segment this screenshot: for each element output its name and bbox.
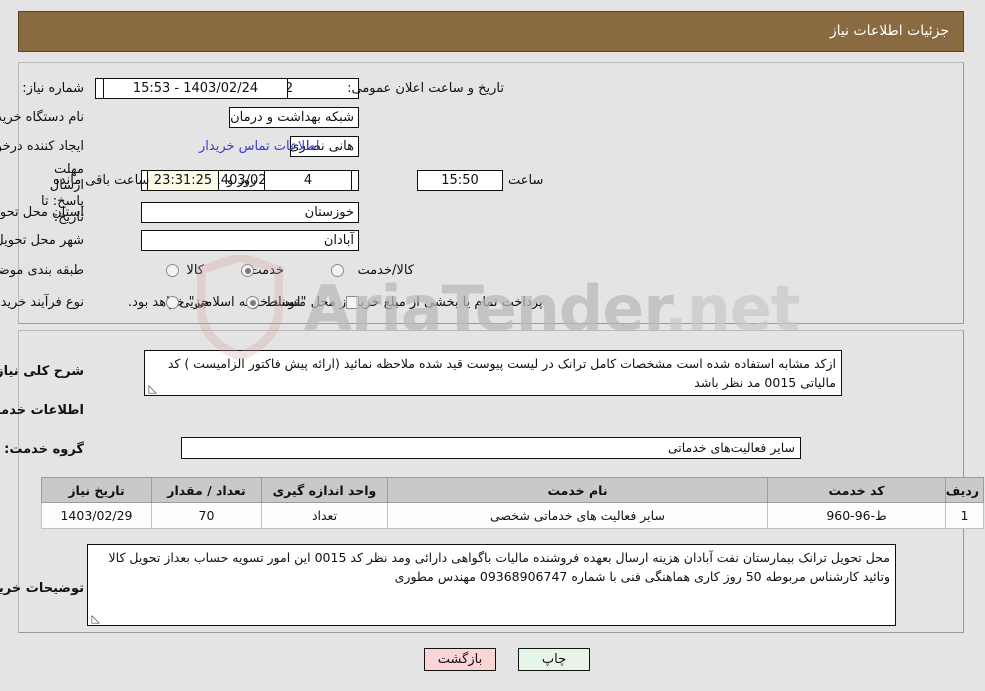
province-value[interactable]: خوزستان	[142, 202, 360, 223]
col-row-number: ردیف	[946, 477, 985, 503]
description-label: شرح کلی نیاز:	[0, 364, 85, 379]
radio-category-kala-khedmat[interactable]	[332, 264, 345, 277]
radio-category-kala-label: کالا	[187, 263, 205, 278]
col-quantity: تعداد / مقدار	[152, 477, 263, 503]
cell-service-name: سایر فعالیت های خدماتی شخصی	[388, 502, 769, 529]
process-label: نوع فرآیند خرید :	[0, 295, 85, 310]
remaining-days-value[interactable]: 4	[265, 170, 353, 191]
page-header: جزئیات اطلاعات نیاز	[19, 11, 965, 52]
cell-unit: تعداد	[262, 502, 389, 529]
col-unit: واحد اندازه گیری	[262, 477, 389, 503]
radio-category-kala-khedmat-label: کالا/خدمت	[358, 263, 415, 278]
description-text: ازکد مشابه استفاده شده است مشخصات کامل ت…	[168, 356, 837, 390]
remaining-time-value: 23:31:25	[148, 170, 220, 191]
radio-category-kala[interactable]	[167, 264, 180, 277]
province-label: استان محل تحویل:	[0, 205, 85, 220]
need-number-label: شماره نیاز:	[23, 81, 85, 96]
col-need-date: تاریخ نیاز	[42, 477, 153, 503]
buyer-notes-text: محل تحویل ترانک بیمارستان نفت آبادان هزی…	[109, 550, 891, 584]
description-textarea[interactable]: ازکد مشابه استفاده شده است مشخصات کامل ت…	[145, 350, 843, 396]
buyer-org-value[interactable]: شبکه بهداشت و درمان صنعت نفت آبادان	[230, 107, 360, 128]
buyer-contact-link[interactable]: اطلاعات تماس خریدار	[200, 139, 320, 154]
remaining-time-label: ساعت باقی مانده	[54, 173, 151, 188]
announce-datetime-value[interactable]: 15:53 - 1403/02/24	[104, 78, 289, 99]
deadline-hour-value[interactable]: 15:50	[418, 170, 504, 191]
table-row: 1 ط-96-960 سایر فعالیت های خدماتی شخصی ت…	[42, 502, 985, 529]
service-group-value[interactable]: سایر فعالیت‌های خدماتی	[182, 437, 802, 459]
table-header-row: ردیف کد خدمت نام خدمت واحد اندازه گیری ت…	[42, 477, 985, 503]
cell-service-code: ط-96-960	[768, 502, 947, 529]
buyer-notes-textarea[interactable]: محل تحویل ترانک بیمارستان نفت آبادان هزی…	[88, 544, 897, 626]
radio-process-jozei[interactable]	[167, 296, 180, 309]
print-button[interactable]: چاپ	[519, 648, 591, 671]
cell-row-number: 1	[946, 502, 985, 529]
page-title: جزئیات اطلاعات نیاز	[830, 23, 950, 39]
city-label: شهر محل تحویل:	[0, 233, 85, 248]
cell-need-date: 1403/02/29	[42, 502, 153, 529]
col-service-code: کد خدمت	[768, 477, 947, 503]
announce-datetime-label: تاریخ و ساعت اعلان عمومی:	[348, 81, 505, 96]
radio-process-motavaset[interactable]	[247, 296, 260, 309]
buyer-org-label: نام دستگاه خریدار:	[0, 110, 85, 125]
buyer-notes-label: توضیحات خریدار:	[0, 581, 85, 596]
checkbox-islamic-treasury[interactable]	[347, 296, 360, 309]
resize-grip-icon[interactable]: ◺	[91, 613, 101, 624]
city-value[interactable]: آبادان	[142, 230, 360, 251]
radio-category-khedmat[interactable]	[242, 264, 255, 277]
need-info-panel	[19, 62, 965, 324]
requester-label: ایجاد کننده درخواست:	[0, 139, 85, 154]
remaining-days-label: روز و	[228, 173, 258, 188]
cell-quantity: 70	[152, 502, 263, 529]
radio-category-khedmat-label: خدمت	[250, 263, 285, 278]
col-service-name: نام خدمت	[388, 477, 769, 503]
services-table: ردیف کد خدمت نام خدمت واحد اندازه گیری ت…	[42, 477, 985, 529]
islamic-treasury-label: پرداخت تمام یا بخشی از مبلغ خرید،از محل …	[129, 295, 544, 310]
category-label: طبقه بندی موضوعی:	[0, 263, 85, 278]
resize-grip-icon[interactable]: ◺	[148, 383, 158, 394]
back-button[interactable]: بازگشت	[425, 648, 497, 671]
deadline-hour-label: ساعت	[509, 173, 545, 188]
service-group-label: گروه خدمت:	[5, 442, 85, 457]
services-section-title: اطلاعات خدمات مورد نیاز	[0, 403, 85, 418]
